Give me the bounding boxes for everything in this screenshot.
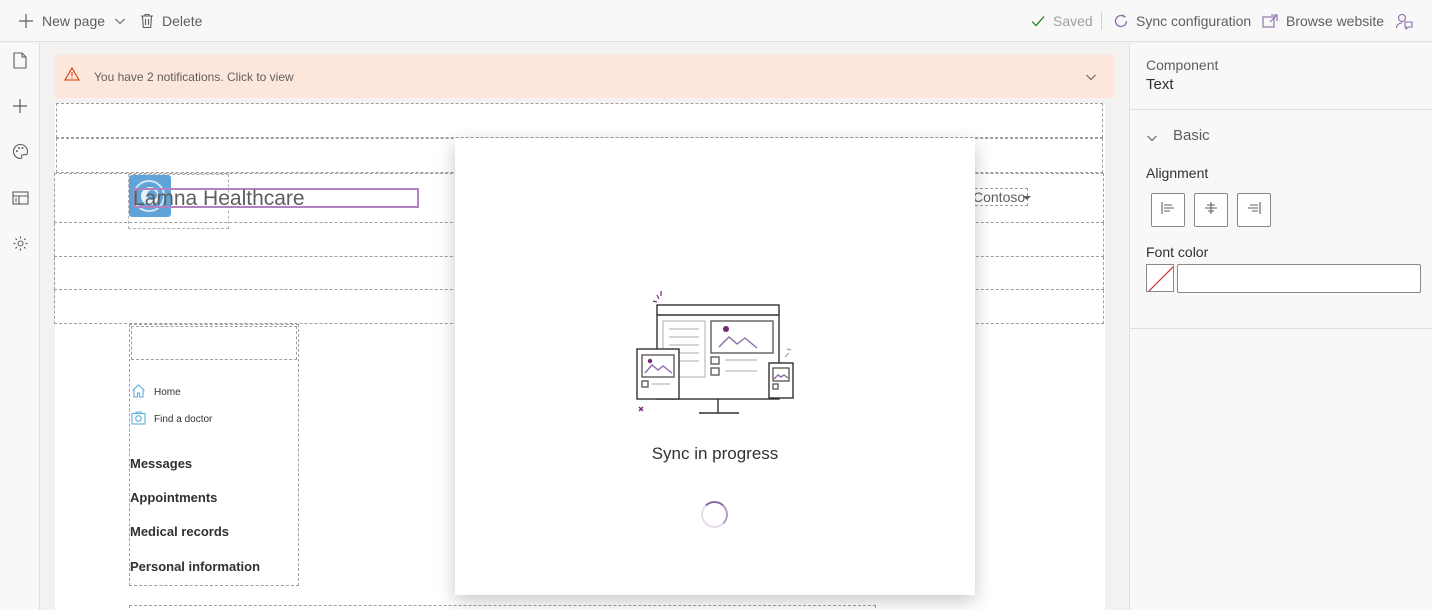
- font-color-input[interactable]: [1177, 264, 1421, 293]
- new-page-label: New page: [42, 13, 106, 29]
- pages-button[interactable]: [0, 43, 40, 83]
- command-bar: New page Delete Saved Sync configuration…: [0, 0, 1432, 42]
- menu-item-medical-records[interactable]: Medical records: [130, 524, 229, 539]
- templates-button[interactable]: [0, 180, 40, 220]
- themes-button[interactable]: [0, 134, 40, 174]
- palette-icon: [12, 143, 29, 165]
- delete-label: Delete: [162, 13, 203, 29]
- menu-item-messages[interactable]: Messages: [130, 456, 192, 471]
- saved-status: Saved: [1031, 0, 1093, 42]
- doctor-icon: [131, 411, 146, 428]
- caret-down-icon[interactable]: [1023, 196, 1031, 200]
- add-icon: [12, 98, 28, 119]
- basic-section-header[interactable]: Basic: [1173, 127, 1210, 144]
- chevron-down-icon[interactable]: [1146, 131, 1158, 149]
- align-left-icon: [1160, 201, 1176, 220]
- align-center-icon: [1203, 201, 1219, 220]
- pane-divider: [1130, 109, 1432, 110]
- toolbar-divider: [1101, 12, 1102, 30]
- font-color-swatch[interactable]: [1146, 264, 1174, 292]
- layout-icon: [11, 190, 29, 210]
- nav-item-home[interactable]: Home: [131, 384, 181, 401]
- page-icon: [13, 52, 27, 74]
- feedback-person-icon: [1395, 12, 1413, 30]
- properties-pane: Component Text Basic Alignment Font colo…: [1129, 43, 1432, 610]
- page-section[interactable]: [56, 103, 1103, 138]
- align-center-button[interactable]: [1194, 193, 1228, 227]
- left-rail: [0, 43, 40, 610]
- browse-website-button[interactable]: Browse website: [1262, 0, 1384, 42]
- sidebar-column[interactable]: [129, 324, 299, 586]
- sidebar-search-box[interactable]: [131, 326, 297, 360]
- sync-configuration-button[interactable]: Sync configuration: [1113, 0, 1251, 42]
- saved-label: Saved: [1053, 13, 1093, 29]
- browse-website-label: Browse website: [1286, 13, 1385, 29]
- menu-item-personal-information[interactable]: Personal information: [130, 559, 260, 574]
- chevron-down-icon[interactable]: [114, 15, 126, 27]
- nav-item-label: Find a doctor: [154, 414, 213, 425]
- align-right-button[interactable]: [1237, 193, 1271, 227]
- warning-icon: [64, 66, 80, 86]
- settings-icon: [12, 235, 29, 257]
- notification-text: You have 2 notifications. Click to view: [94, 69, 294, 84]
- open-external-icon: [1262, 14, 1278, 28]
- alignment-label: Alignment: [1146, 165, 1209, 181]
- nav-item-label: Home: [154, 387, 181, 398]
- new-page-button[interactable]: New page: [18, 0, 126, 42]
- trash-icon: [140, 13, 154, 29]
- site-title[interactable]: Lamna Healthcare: [133, 187, 305, 211]
- add-component-button[interactable]: [0, 88, 40, 128]
- component-caption: Component: [1146, 57, 1219, 73]
- content-section[interactable]: [129, 605, 876, 610]
- sync-icon: [1113, 13, 1129, 29]
- sync-progress-title: Sync in progress: [651, 444, 779, 463]
- sync-configuration-label: Sync configuration: [1136, 13, 1252, 29]
- align-right-icon: [1246, 201, 1262, 220]
- loading-spinner: [701, 501, 728, 528]
- user-menu[interactable]: Contoso: [970, 188, 1029, 206]
- chevron-down-icon[interactable]: [1085, 70, 1097, 88]
- delete-button[interactable]: Delete: [140, 0, 202, 42]
- sync-dialog: Sync in progress: [455, 138, 975, 595]
- nav-item-find-a-doctor[interactable]: Find a doctor: [131, 411, 212, 428]
- pane-divider: [1130, 328, 1432, 329]
- devices-illustration: [636, 291, 794, 414]
- checkmark-icon: [1031, 15, 1045, 27]
- font-color-label: Font color: [1146, 244, 1209, 260]
- home-icon: [131, 384, 146, 401]
- settings-button[interactable]: [0, 226, 40, 266]
- add-icon: [18, 13, 34, 29]
- notification-bar[interactable]: You have 2 notifications. Click to view: [55, 55, 1113, 98]
- align-left-button[interactable]: [1151, 193, 1185, 227]
- component-type: Text: [1146, 76, 1174, 93]
- feedback-button[interactable]: [1395, 0, 1413, 42]
- menu-item-appointments[interactable]: Appointments: [130, 490, 217, 505]
